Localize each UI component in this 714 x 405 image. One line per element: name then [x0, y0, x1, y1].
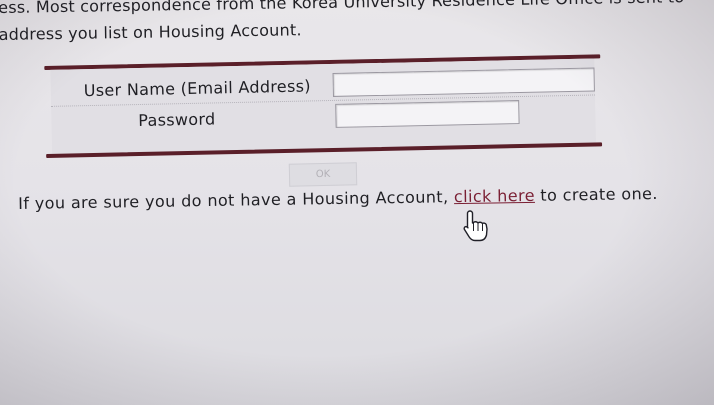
prompt-suffix: to create one. — [534, 183, 658, 205]
password-input[interactable] — [335, 100, 520, 128]
ok-button[interactable]: OK — [288, 162, 358, 187]
create-account-prompt: If you are sure you do not have a Housin… — [18, 182, 714, 215]
login-form: User Name (Email Address) Password — [44, 40, 603, 158]
username-label: User Name (Email Address) — [83, 75, 311, 100]
hand-pointer-icon — [463, 210, 488, 242]
username-input[interactable] — [332, 67, 595, 97]
click-here-link[interactable]: click here — [454, 186, 535, 206]
prompt-prefix: If you are sure you do not have a Housin… — [18, 187, 455, 213]
intro-text: ess. Most correspondence from the Korea … — [0, 0, 714, 48]
password-label: Password — [138, 108, 216, 130]
